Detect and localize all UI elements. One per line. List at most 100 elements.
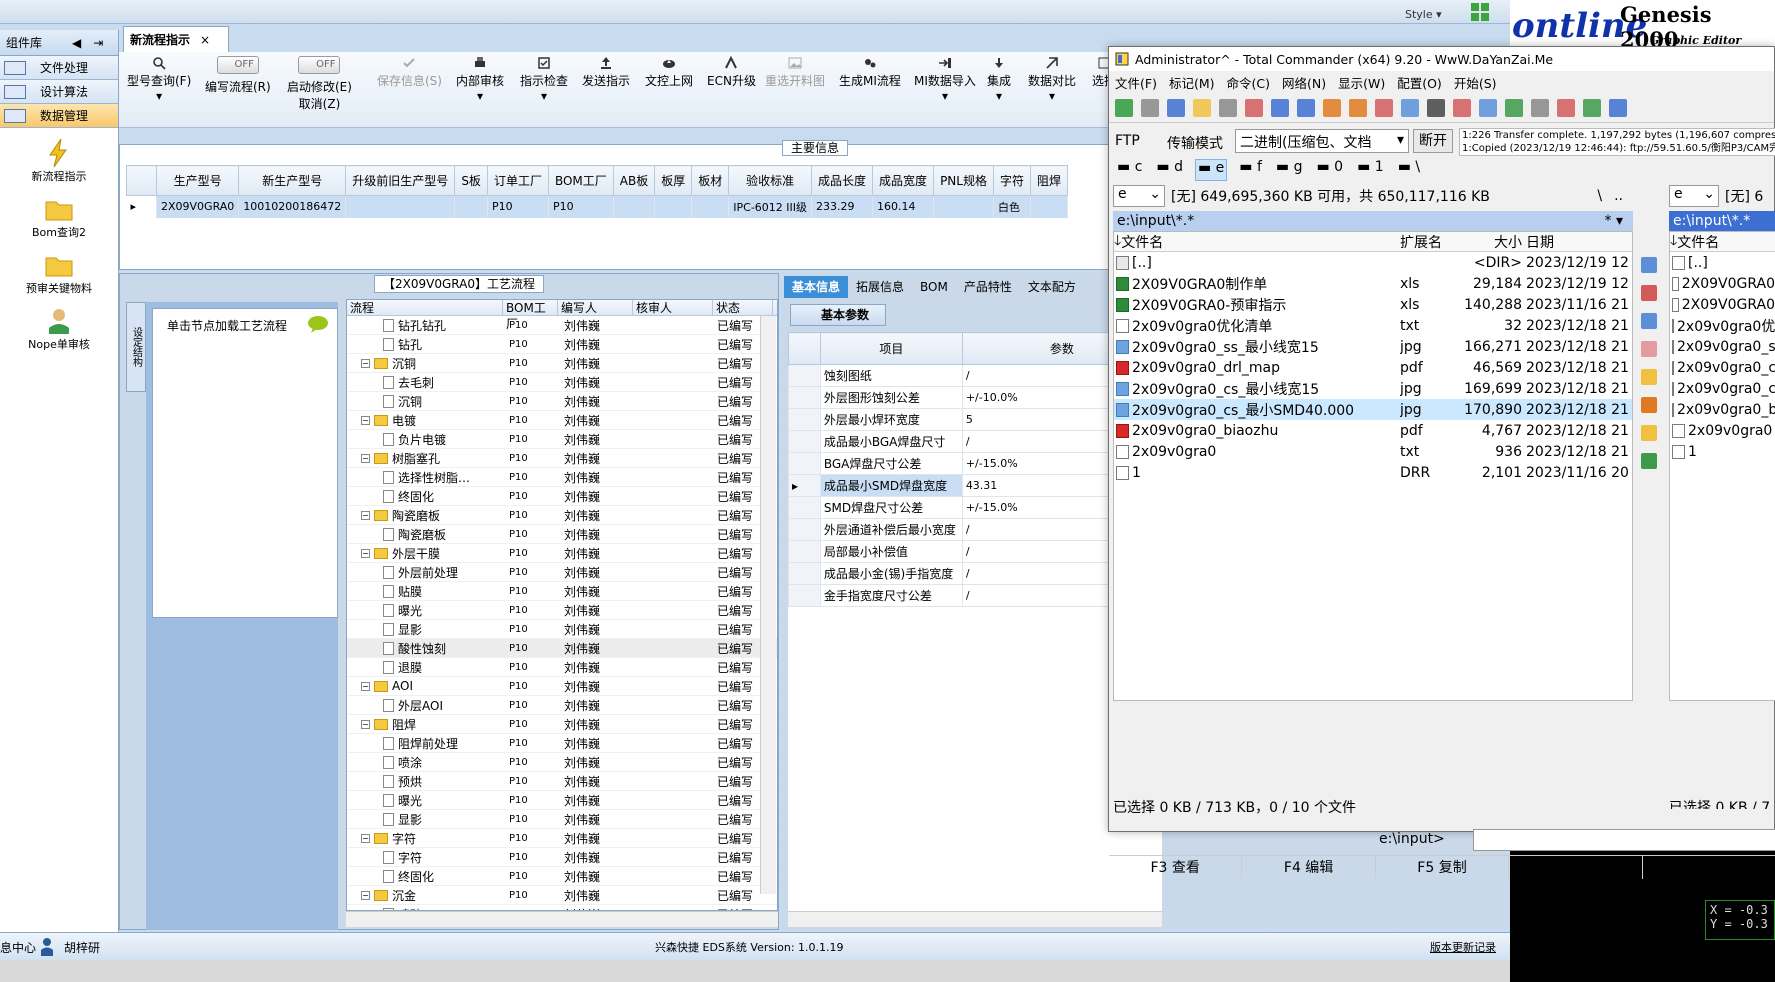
flow-row[interactable]: 外层前处理 P10 刘伟巍 已编写 (347, 563, 777, 582)
table-cell[interactable]: 白色 (993, 195, 1031, 218)
folder-icon[interactable] (1641, 369, 1657, 385)
column-header[interactable]: 板厚 (654, 165, 693, 196)
table-cell[interactable] (454, 195, 488, 218)
drive-button[interactable]: ▬ e (1194, 159, 1228, 181)
drive-button[interactable]: ▬ \ (1396, 159, 1422, 181)
edit-flow-toggle[interactable]: OFF (216, 56, 259, 74)
column-header[interactable]: 编写人 (558, 300, 633, 315)
collapse-toggle-icon[interactable]: − (361, 833, 370, 843)
file-row[interactable]: 2x09v0gra0_c (1670, 357, 1775, 378)
flow-row[interactable]: 终固化 P10 刘伟巍 已编写 (347, 867, 777, 886)
dropdown-arrow-icon[interactable]: ▾ (456, 89, 504, 103)
column-header[interactable]: 核审人 (633, 300, 713, 315)
tab-basic-0[interactable]: 基本信息 (784, 276, 849, 298)
table-row[interactable]: 成品最小BGA焊盘尺寸 / (788, 430, 1163, 453)
chat-bubble-icon[interactable] (307, 315, 329, 333)
path-bar[interactable]: e:\input\*.* * ▾ (1113, 211, 1633, 231)
file-row[interactable]: 2x09v0gra0 (1670, 420, 1775, 441)
tc-toolbar-icon[interactable] (1401, 98, 1419, 117)
flow-row[interactable]: 阻焊前处理 P10 刘伟巍 已编写 (347, 734, 777, 753)
node-tree[interactable]: 单击节点加载工艺流程 (152, 308, 338, 618)
sidebar-item-2[interactable]: 数据管理 (0, 104, 118, 128)
drive-button[interactable]: ▬ 0 (1314, 159, 1345, 181)
collapse-icon[interactable]: ◀ (72, 36, 81, 50)
column-header[interactable]: PNL规格 (933, 165, 994, 196)
horizontal-scrollbar[interactable] (788, 911, 1162, 927)
tc-toolbar-icon[interactable] (1609, 98, 1627, 117)
sidebar-item-1[interactable]: 设计算法 (0, 80, 118, 104)
flow-row[interactable]: 陶瓷磨板 P10 刘伟巍 已编写 (347, 525, 777, 544)
tc-toolbar-icon[interactable] (1479, 98, 1497, 117)
function-key-button[interactable]: F6 移动 (1509, 856, 1643, 879)
sync-icon[interactable] (1641, 453, 1657, 469)
message-center[interactable]: 息中心 (0, 939, 36, 956)
table-row[interactable]: 金手指宽度尺寸公差 / (788, 584, 1163, 607)
collapse-toggle-icon[interactable]: − (361, 890, 370, 900)
table-row[interactable]: 外层通道补偿后最小宽度 / (788, 518, 1163, 541)
tc-toolbar-icon[interactable] (1323, 98, 1341, 117)
model-query-button[interactable]: 型号查询(F) ▾ (127, 56, 191, 103)
transfer-mode-select[interactable]: 二进制(压缩包、文档 ▾ (1235, 129, 1409, 153)
file-row[interactable]: 2X09V0GRA0 (1670, 294, 1775, 315)
table-row[interactable]: 局部最小补偿值 / (788, 540, 1163, 563)
file-row[interactable]: 2x09v0gra0_c (1670, 378, 1775, 399)
flow-row[interactable]: 去毛刺 P10 刘伟巍 已编写 (347, 373, 777, 392)
column-header[interactable]: 升级前旧生产型号 (345, 165, 456, 196)
tc-toolbar-icon[interactable] (1141, 98, 1159, 117)
function-key-button[interactable]: F5 复制 (1376, 856, 1510, 879)
flow-row[interactable]: − 陶瓷磨板 P10 刘伟巍 已编写 (347, 506, 777, 525)
column-name[interactable]: 文件名 (1677, 232, 1719, 252)
start-modify-toggle[interactable]: OFF (298, 56, 341, 74)
collapse-toggle-icon[interactable]: − (361, 415, 370, 425)
file-row[interactable]: 2x09v0gra0_biaozhu pdf 4,7672023/12/18 21:… (1114, 420, 1632, 441)
column-header[interactable]: 验收标准 (728, 165, 813, 196)
flow-row[interactable]: − 字符 P10 刘伟巍 已编写 (347, 829, 777, 848)
flow-row[interactable]: − 树脂塞孔 P10 刘伟巍 已编写 (347, 449, 777, 468)
function-key-button[interactable]: F3 查看 (1109, 856, 1243, 879)
flow-row[interactable]: − 沉金 P10 刘伟巍 已编写 (347, 886, 777, 905)
internal-review-button[interactable]: 内部审核 ▾ (456, 56, 504, 103)
tab-basic-4[interactable]: 文本配方 (1020, 276, 1084, 298)
ftp-log[interactable]: 1:226 Transfer complete. 1,197,292 bytes… (1459, 128, 1775, 156)
collapse-toggle-icon[interactable]: − (361, 510, 370, 520)
collapse-toggle-icon[interactable]: − (361, 681, 370, 691)
tc-toolbar-icon[interactable] (1583, 98, 1601, 117)
vertical-scrollbar[interactable] (760, 316, 776, 894)
flow-row[interactable]: − 沉铜 P10 刘伟巍 已编写 (347, 354, 777, 373)
tc-menu-item[interactable]: 命令(C) (1227, 73, 1270, 92)
tc-toolbar-icon[interactable] (1453, 98, 1471, 117)
table-cell[interactable] (345, 195, 456, 218)
flow-row[interactable]: 钻孔钻孔 P10 刘伟巍 已编写 (347, 316, 777, 335)
table-row[interactable]: 蚀刻图纸 / (788, 364, 1163, 387)
dropdown-arrow-icon[interactable]: ▾ (520, 89, 568, 103)
flow-row[interactable]: 显影 P10 刘伟巍 已编写 (347, 810, 777, 829)
table-cell[interactable]: 2X09V0GRA0 (156, 195, 240, 218)
dropdown-arrow-icon[interactable]: ▾ (1028, 89, 1076, 103)
file-row[interactable]: [..] <DIR>2023/12/19 12:5 (1114, 252, 1632, 273)
disconnect-button[interactable]: 断开 (1413, 129, 1453, 153)
changelog-link[interactable]: 版本更新记录 (1430, 939, 1496, 955)
column-header[interactable]: 阻焊 (1029, 165, 1069, 196)
ecn-upgrade-button[interactable]: ECN升级 (707, 56, 756, 89)
file-row[interactable]: 2X09V0GRA0 (1670, 273, 1775, 294)
filter-dropdown[interactable]: * ▾ (1605, 213, 1623, 229)
tab-basic-1[interactable]: 拓展信息 (848, 276, 912, 298)
table-cell[interactable]: 233.29 (811, 195, 874, 218)
column-header[interactable]: S板 (454, 165, 488, 196)
integrate-button[interactable]: 集成 ▾ (987, 56, 1011, 103)
flow-row[interactable]: 沉铜 P10 刘伟巍 已编写 (347, 392, 777, 411)
flow-row[interactable]: 显影 P10 刘伟巍 已编写 (347, 620, 777, 639)
column-header[interactable]: 扩展名 (1400, 232, 1460, 252)
save-info-button[interactable]: 保存信息(S) (377, 56, 442, 89)
collapse-toggle-icon[interactable]: − (361, 358, 370, 368)
flow-row[interactable]: − 阻焊 P10 刘伟巍 已编写 (347, 715, 777, 734)
file-row[interactable]: 2x09v0gra0优 (1670, 315, 1775, 336)
pin-icon[interactable]: ⇥ (93, 36, 103, 50)
sidebar-shortcut-1[interactable]: Bom查询2 (0, 194, 118, 240)
copy-icon[interactable] (1641, 313, 1657, 329)
file-row[interactable]: 2X09V0GRA0制作单 xls 29,1842023/12/19 12:4 (1114, 273, 1632, 294)
column-header[interactable]: 成品宽度 (872, 165, 935, 196)
path-bar[interactable]: e:\input\*.* (1669, 211, 1775, 231)
tab-basic-params[interactable]: 基本参数 (790, 304, 886, 326)
tc-toolbar-icon[interactable] (1505, 98, 1523, 117)
